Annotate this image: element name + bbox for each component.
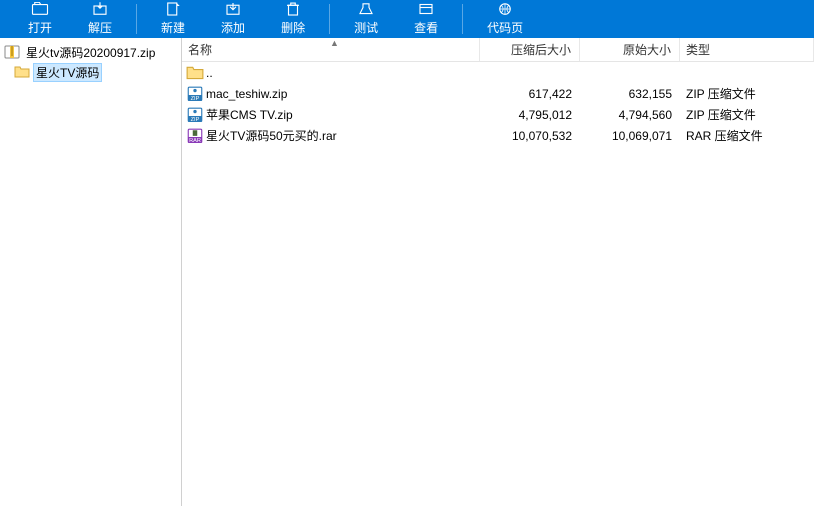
new-button[interactable]: 新建: [143, 0, 203, 38]
open-button[interactable]: 打开: [10, 0, 70, 38]
compressed-size: 10,070,532: [480, 129, 580, 143]
tree-root-label: 星火tv源码20200917.zip: [23, 43, 158, 62]
new-label: 新建: [161, 19, 185, 36]
add-icon: [224, 0, 242, 18]
file-name-label: ..: [206, 66, 213, 80]
codepage-button[interactable]: 代码页: [469, 0, 541, 38]
add-label: 添加: [221, 19, 245, 36]
compressed-size: 4,795,012: [480, 108, 580, 122]
test-label: 测试: [354, 19, 378, 36]
folder-icon: [14, 65, 30, 79]
archive-icon: [4, 45, 20, 59]
tree-child-label: 星火TV源码: [33, 63, 102, 82]
test-icon: [357, 0, 375, 18]
file-type: RAR 压缩文件: [680, 127, 814, 144]
file-row[interactable]: ZIP mac_teshiw.zip 617,422632,155ZIP 压缩文件: [182, 83, 814, 104]
file-name-cell: ..: [182, 65, 480, 81]
original-size: 4,794,560: [580, 108, 680, 122]
file-type: ZIP 压缩文件: [680, 106, 814, 123]
delete-button[interactable]: 删除: [263, 0, 323, 38]
sidebar-tree: 星火tv源码20200917.zip 星火TV源码: [0, 38, 182, 506]
toolbar-separator: [329, 4, 330, 34]
test-button[interactable]: 测试: [336, 0, 396, 38]
extract-icon: [91, 0, 109, 18]
column-header-original[interactable]: 原始大小: [580, 38, 680, 61]
tree-root-item[interactable]: 星火tv源码20200917.zip: [0, 42, 181, 62]
globe-icon: [496, 0, 514, 18]
svg-text:ZIP: ZIP: [191, 117, 200, 123]
sort-indicator-icon: ▲: [330, 38, 339, 48]
file-name-cell: ZIP 苹果CMS TV.zip: [182, 106, 480, 123]
rows-container: .. ZIP mac_teshiw.zip 617,422632,155ZIP 压缩文…: [182, 62, 814, 146]
toolbar-separator: [462, 4, 463, 34]
file-row[interactable]: ..: [182, 62, 814, 83]
main-area: 星火tv源码20200917.zip 星火TV源码 ▲ 名称 压缩后大小 原始大…: [0, 38, 814, 506]
svg-text:RAR: RAR: [189, 138, 201, 144]
view-button[interactable]: 查看: [396, 0, 456, 38]
compressed-size: 617,422: [480, 87, 580, 101]
file-name-cell: ZIP mac_teshiw.zip: [182, 86, 480, 102]
toolbar: 打开 解压 新建 添加 删除 测试 查看: [0, 0, 814, 38]
svg-text:ZIP: ZIP: [191, 96, 200, 102]
original-size: 10,069,071: [580, 129, 680, 143]
view-label: 查看: [414, 19, 438, 36]
zip-icon: ZIP: [186, 107, 204, 123]
add-button[interactable]: 添加: [203, 0, 263, 38]
file-row[interactable]: ZIP 苹果CMS TV.zip 4,795,0124,794,560ZIP 压缩文…: [182, 104, 814, 125]
column-header-compressed[interactable]: 压缩后大小: [480, 38, 580, 61]
open-label: 打开: [28, 19, 52, 36]
tree-child-item[interactable]: 星火TV源码: [0, 62, 181, 82]
original-size: 632,155: [580, 87, 680, 101]
file-list: ▲ 名称 压缩后大小 原始大小 类型 .. ZIP mac_teshiw.zip 61…: [182, 38, 814, 506]
new-icon: [164, 0, 182, 18]
file-name-label: 星火TV源码50元买的.rar: [206, 127, 337, 144]
file-name-label: mac_teshiw.zip: [206, 87, 287, 101]
toolbar-separator: [136, 4, 137, 34]
file-row[interactable]: RAR星火TV源码50元买的.rar10,070,53210,069,071RA…: [182, 125, 814, 146]
open-icon: [31, 0, 49, 18]
zip-icon: ZIP: [186, 86, 204, 102]
file-type: ZIP 压缩文件: [680, 85, 814, 102]
delete-label: 删除: [281, 19, 305, 36]
column-header-row: ▲ 名称 压缩后大小 原始大小 类型: [182, 38, 814, 62]
folder-icon: [186, 65, 204, 81]
codepage-label: 代码页: [487, 19, 523, 36]
extract-button[interactable]: 解压: [70, 0, 130, 38]
column-header-type[interactable]: 类型: [680, 38, 814, 61]
extract-label: 解压: [88, 19, 112, 36]
file-name-cell: RAR 星火TV源码50元买的.rar: [182, 127, 480, 144]
view-icon: [417, 0, 435, 18]
file-name-label: 苹果CMS TV.zip: [206, 106, 293, 123]
delete-icon: [284, 0, 302, 18]
rar-icon: RAR: [186, 128, 204, 144]
